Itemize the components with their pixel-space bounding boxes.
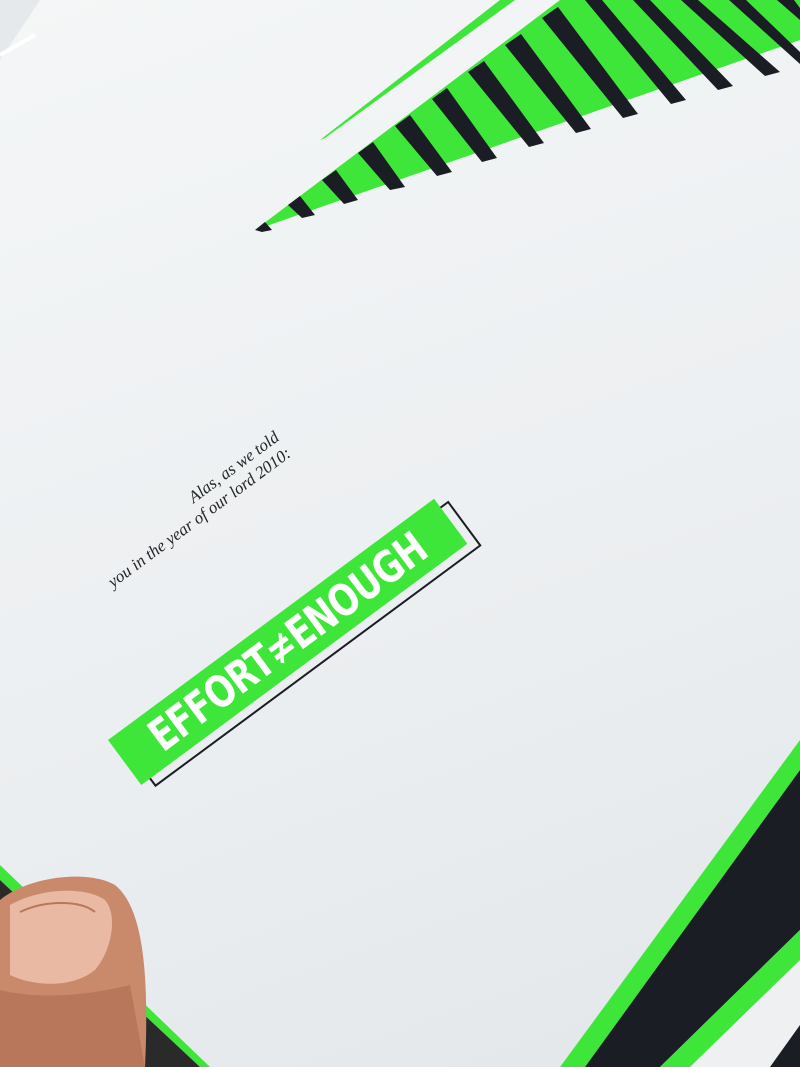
- thumb-image: [0, 876, 147, 1067]
- photo-scene: Alas, as we told you in the year of our …: [0, 0, 800, 1067]
